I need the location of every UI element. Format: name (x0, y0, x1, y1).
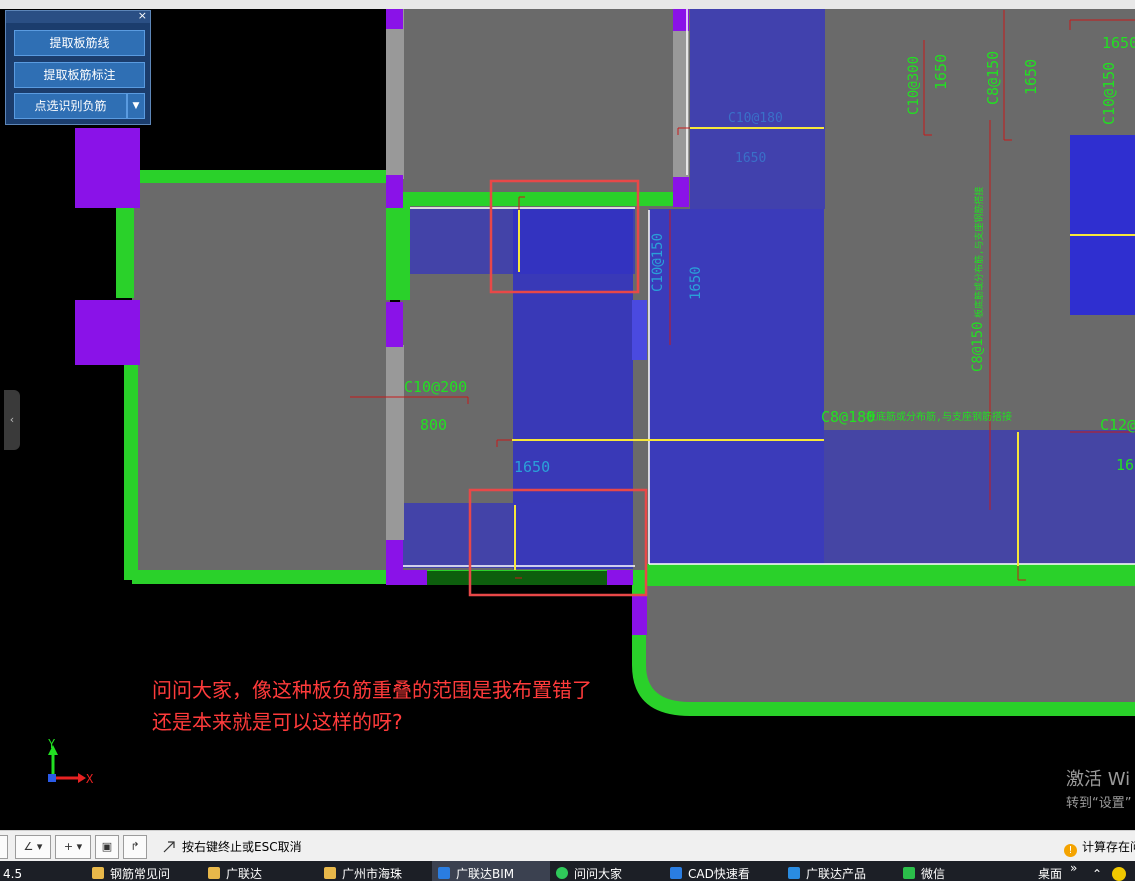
taskbar-item-label: CAD快速看 (688, 867, 750, 881)
side-panel-collapse-handle[interactable]: ‹ (4, 390, 20, 450)
label-c8-150-top: C8@150 (984, 51, 1002, 105)
status-left-edge (0, 835, 8, 859)
question-line-2: 还是本来就是可以这样的呀? (152, 710, 403, 734)
display-tool-button[interactable]: ▣ (95, 835, 119, 859)
axis-x-label: X (86, 772, 94, 786)
screen-icon: ▣ (101, 840, 113, 853)
top-title-strip (0, 0, 1135, 9)
label-c10-300: C10@300 (906, 56, 922, 115)
taskbar-item-folder-2[interactable]: 广联达 (208, 861, 262, 881)
slab-bottom-right (640, 570, 1135, 715)
app-icon (788, 867, 800, 879)
tray-status-icon[interactable] (1112, 867, 1126, 881)
ucs-axis-icon: Y X (48, 737, 94, 786)
taskbar-item-label: 微信 (921, 867, 946, 881)
snap-tool-button[interactable]: + ▾ (55, 835, 91, 859)
taskbar-item-folder-3[interactable]: 广州市海珠 (324, 861, 402, 881)
label-c10-180-faint: C10@180 (728, 111, 783, 126)
label-c10-150-right: C10@150 (1100, 62, 1118, 125)
label-1650-corner: 1650 (1102, 34, 1135, 52)
taskbar-item-cad-viewer[interactable]: CAD快速看 (670, 861, 750, 881)
label-c12: C12@ (1100, 416, 1135, 434)
taskbar-item-label: 广联达BIM (456, 867, 515, 881)
taskbar-item-label: 问问大家 (574, 867, 623, 881)
label-c10-200: C10@200 (404, 378, 467, 396)
taskbar-item-wechat[interactable]: 微信 (903, 861, 945, 881)
wall-gray (386, 9, 404, 179)
folder-icon (208, 867, 220, 879)
label-c8-150-long: C8@150 (970, 321, 986, 372)
windows-taskbar: 4.5 钢筋常见问 广联达 广州市海珠 广联达BIM 问问大家 CAD快速看 广… (0, 861, 1135, 881)
angle-icon: ∠ (23, 840, 34, 853)
app-icon (670, 867, 682, 879)
extract-slab-rebar-lines-button[interactable]: 提取板筋线 (14, 30, 145, 56)
rebar-extraction-panel: × 提取板筋线 提取板筋标注 点选识别负筋 ▼ (5, 9, 151, 125)
chevron-down-icon: ▾ (36, 840, 43, 853)
activation-watermark-title: 激活 Wi (1066, 769, 1131, 790)
warning-icon: ! (1064, 844, 1077, 857)
rebar-zone (690, 9, 825, 209)
status-bar: ∠ ▾ + ▾ ▣ ↱ 按右键终止或ESC取消 ! 计算存在问 (0, 830, 1135, 862)
activation-watermark-sub: 转到“设置” (1066, 796, 1132, 811)
label-1650-vert: 1650 (688, 266, 704, 300)
arc-icon: ↱ (130, 840, 140, 853)
app-icon (903, 867, 915, 879)
label-long-note: 板底筋或分布筋,与支座钢筋搭接 (973, 187, 985, 318)
plus-icon: + (63, 840, 74, 853)
label-c10-150-vert: C10@150 (650, 233, 666, 292)
tray-expand-icon[interactable]: ⌃ (1092, 861, 1102, 881)
angle-tool-button[interactable]: ∠ ▾ (15, 835, 51, 859)
chevron-down-icon[interactable]: ▼ (127, 93, 145, 119)
label-1650-faint-b: 1650 (1116, 456, 1135, 474)
chevron-down-icon: ▾ (76, 840, 83, 853)
label-1650-mid: 1650 (514, 458, 550, 476)
taskbar-item-label: 广联达产品 (806, 867, 867, 881)
label-c8-180-note: 板底筋或分布筋,与支座钢筋搭接 (866, 410, 1012, 423)
resize-arrow-icon (163, 841, 175, 853)
rebar-zone (403, 503, 633, 568)
taskbar-left-text: 4.5 (3, 867, 23, 881)
label-1650-faint-a: 1650 (735, 151, 766, 166)
taskbar-item-glodon-products[interactable]: 广联达产品 (788, 861, 866, 881)
app-icon (438, 867, 450, 879)
taskbar-more-icon[interactable]: » (1070, 861, 1077, 881)
label-1650-top-a: 1650 (932, 54, 950, 90)
extract-slab-rebar-annotations-button[interactable]: 提取板筋标注 (14, 62, 145, 88)
panel-titlebar[interactable]: × (6, 9, 150, 23)
arc-tool-button[interactable]: ↱ (123, 835, 147, 859)
label-800: 800 (420, 416, 447, 434)
rebar-zone (824, 430, 1135, 564)
folder-icon (92, 867, 104, 879)
axis-y-label: Y (48, 737, 56, 751)
pick-identify-negative-rebar-button[interactable]: 点选识别负筋 (14, 93, 127, 119)
label-1650-top-b: 1650 (1022, 59, 1040, 95)
calc-issue-label: 计算存在问 (1082, 840, 1135, 854)
folder-icon (324, 867, 336, 879)
rebar-zone (649, 209, 824, 564)
question-line-1: 问问大家，像这种板负筋重叠的范围是我布置错了 (152, 678, 592, 702)
taskbar-item-label: 广联达 (226, 867, 263, 881)
rebar-zone-strip (632, 300, 647, 360)
taskbar-desktop-label[interactable]: 桌面 (1038, 861, 1062, 881)
taskbar-item-label: 广州市海珠 (342, 867, 403, 881)
rebar-zone (1070, 135, 1135, 315)
taskbar-item-glodon-bim[interactable]: 广联达BIM (432, 861, 550, 881)
status-message: 按右键终止或ESC取消 (182, 840, 302, 854)
slab-top-middle (400, 9, 680, 194)
app-icon (556, 867, 568, 879)
taskbar-item-label: 钢筋常见问 (110, 867, 171, 881)
taskbar-item-folder-1[interactable]: 钢筋常见问 (92, 861, 170, 881)
wall-gray (386, 345, 404, 540)
taskbar-item-ask-everyone[interactable]: 问问大家 (556, 861, 622, 881)
chevron-left-icon: ‹ (9, 413, 15, 426)
close-icon[interactable]: × (138, 9, 147, 22)
slab-left-room (132, 180, 390, 570)
calc-issue-indicator[interactable]: ! 计算存在问 (1064, 838, 1135, 857)
